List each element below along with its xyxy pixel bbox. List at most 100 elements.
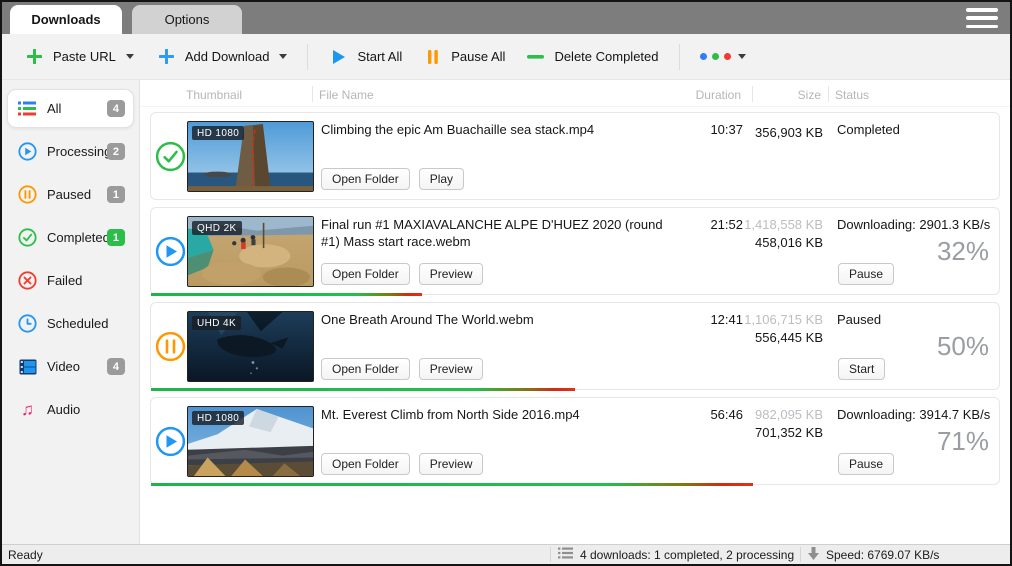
column-header-status[interactable]: Status (835, 88, 869, 102)
speed-indicator: Speed: 6769.07 KB/s (808, 547, 939, 563)
tab-downloads[interactable]: Downloads (10, 5, 122, 34)
list-icon (558, 547, 573, 562)
count-badge: 4 (107, 358, 125, 375)
start-button[interactable]: Start (838, 358, 885, 380)
sidebar-item-failed[interactable]: Failed (7, 261, 134, 300)
sidebar-item-all[interactable]: All 4 (7, 89, 134, 128)
tab-downloads-label: Downloads (31, 12, 100, 27)
percent-value: 32% (937, 236, 989, 267)
chevron-down-icon (279, 54, 287, 59)
pause-button[interactable]: Pause (838, 453, 894, 475)
play-circle-icon (17, 142, 38, 161)
duration-value: 56:46 (671, 407, 743, 422)
file-name: One Breath Around The World.webm (321, 312, 679, 329)
column-header-size[interactable]: Size (749, 88, 821, 102)
preview-button[interactable]: Preview (419, 453, 484, 475)
duration-value: 10:37 (671, 122, 743, 137)
open-folder-button[interactable]: Open Folder (321, 358, 410, 380)
status-bar: Ready 4 downloads: 1 completed, 2 proces… (2, 544, 1010, 564)
size-downloaded: 458,016 KB (743, 235, 823, 250)
play-button[interactable]: Play (419, 168, 464, 190)
size-total: 982,095 KB (743, 407, 823, 422)
video-film-icon (17, 359, 38, 375)
hamburger-menu-icon[interactable] (966, 8, 998, 28)
download-row-3[interactable]: UHD 4K One Breath Around The World.webm … (150, 302, 1000, 390)
size-column: 1,106,715 KB 556,445 KB (743, 312, 823, 345)
tab-bar: Downloads Options (2, 2, 1010, 34)
count-badge: 1 (107, 229, 125, 246)
all-list-icon (17, 101, 38, 116)
preview-button[interactable]: Preview (419, 263, 484, 285)
sidebar-item-label: All (47, 101, 61, 116)
download-row-1[interactable]: HD 1080 Climbing the epic Am Buachaille … (150, 112, 1000, 200)
table-header: Thumbnail File Name Duration Size Status (140, 80, 1010, 107)
size-downloaded: 701,352 KB (743, 425, 823, 440)
sidebar-item-scheduled[interactable]: Scheduled (7, 304, 134, 343)
open-folder-button[interactable]: Open Folder (321, 453, 410, 475)
downloads-summary-text: 4 downloads: 1 completed, 2 processing (580, 548, 794, 562)
pause-all-label: Pause All (451, 49, 505, 64)
delete-completed-label: Delete Completed (554, 49, 658, 64)
sidebar-item-video[interactable]: Video 4 (7, 347, 134, 386)
minus-icon (525, 54, 546, 60)
video-thumbnail: UHD 4K (187, 311, 314, 382)
sidebar-item-audio[interactable]: ♫ Audio (7, 390, 134, 429)
percent-value: 71% (937, 426, 989, 457)
column-header-thumbnail[interactable]: Thumbnail (186, 88, 242, 102)
open-folder-button[interactable]: Open Folder (321, 168, 410, 190)
header-divider (752, 86, 753, 102)
toolbar-separator (679, 44, 680, 70)
pause-icon (422, 49, 443, 65)
x-circle-icon (17, 271, 38, 290)
duration-value: 21:52 (671, 217, 743, 232)
downloading-play-icon (155, 236, 186, 267)
download-row-2[interactable]: QHD 2K Final run #1 MAXIAVALANCHE ALPE D… (150, 207, 1000, 295)
video-thumbnail: QHD 2K (187, 216, 314, 287)
red-dot-icon (724, 53, 731, 60)
paste-url-label: Paste URL (53, 49, 116, 64)
pause-button[interactable]: Pause (838, 263, 894, 285)
paste-url-button[interactable]: Paste URL (16, 43, 142, 70)
count-badge: 1 (107, 186, 125, 203)
start-all-button[interactable]: Start All (320, 43, 410, 71)
header-divider (828, 86, 829, 102)
more-actions-button[interactable] (692, 47, 754, 66)
delete-completed-button[interactable]: Delete Completed (517, 43, 666, 70)
sidebar-item-label: Paused (47, 187, 91, 202)
duration-value: 12:41 (671, 312, 743, 327)
downloads-list: Thumbnail File Name Duration Size Status (140, 80, 1010, 544)
preview-button[interactable]: Preview (419, 358, 484, 380)
sidebar-item-processing[interactable]: Processing 2 (7, 132, 134, 171)
sidebar-item-label: Failed (47, 273, 82, 288)
toolbar-separator (307, 44, 308, 70)
size-column: 982,095 KB 701,352 KB (743, 407, 823, 440)
sidebar-item-completed[interactable]: Completed 1 (7, 218, 134, 257)
column-header-filename[interactable]: File Name (319, 88, 374, 102)
add-download-button[interactable]: Add Download (148, 43, 296, 70)
tab-options[interactable]: Options (132, 5, 242, 34)
size-downloaded: 556,445 KB (743, 330, 823, 345)
file-name: Final run #1 MAXIAVALANCHE ALPE D'HUEZ 2… (321, 217, 679, 251)
sidebar-item-paused[interactable]: Paused 1 (7, 175, 134, 214)
status-text: Downloading: 3914.7 KB/s (837, 407, 990, 422)
play-icon (328, 49, 349, 65)
downloading-play-icon (155, 426, 186, 457)
plus-icon (24, 49, 45, 64)
downloads-summary: 4 downloads: 1 completed, 2 processing (558, 547, 794, 562)
status-text: Paused (837, 312, 881, 327)
size-downloaded: 356,903 KB (743, 125, 823, 140)
tab-options-label: Options (165, 12, 210, 27)
content-area: All 4 Processing 2 Paused 1 (2, 80, 1010, 544)
download-row-4[interactable]: HD 1080 Mt. Everest Climb from North Sid… (150, 397, 1000, 485)
status-ready-text: Ready (2, 548, 43, 562)
pause-all-button[interactable]: Pause All (414, 43, 513, 71)
quality-badge: QHD 2K (192, 221, 242, 235)
audio-note-icon: ♫ (17, 401, 38, 418)
column-header-duration[interactable]: Duration (669, 88, 741, 102)
chevron-down-icon (738, 54, 746, 59)
sidebar-item-label: Processing (47, 144, 111, 159)
plus-icon (156, 49, 177, 64)
count-badge: 2 (107, 143, 125, 160)
sidebar-item-label: Audio (47, 402, 80, 417)
open-folder-button[interactable]: Open Folder (321, 263, 410, 285)
